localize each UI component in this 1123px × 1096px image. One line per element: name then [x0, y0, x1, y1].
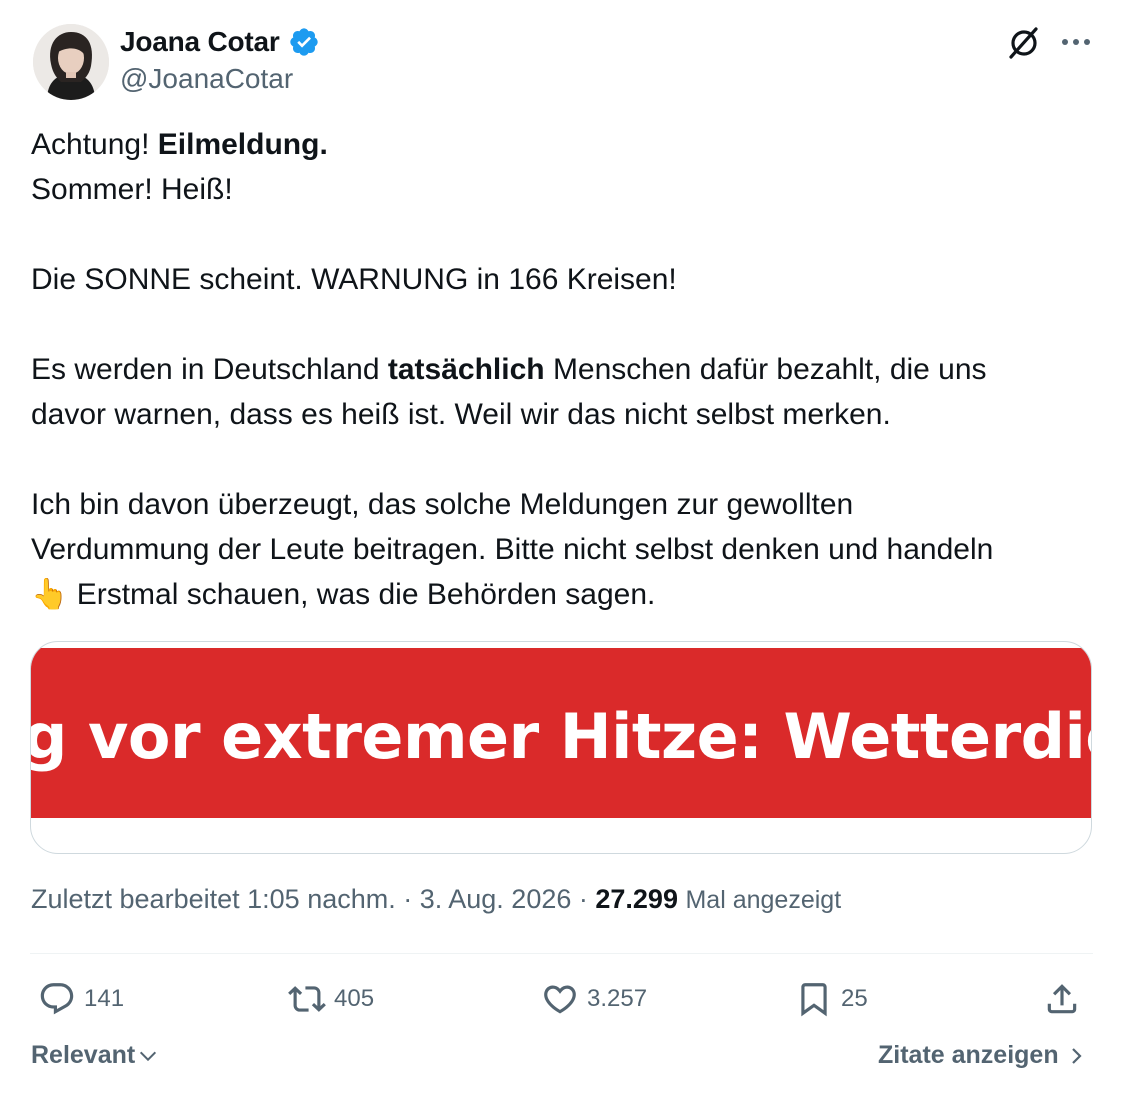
tweet-meta: Zuletzt bearbeitet 1:05 nachm. · 3. Aug.…: [31, 884, 841, 915]
tweet-date[interactable]: 3. Aug. 2026: [420, 884, 572, 914]
verified-badge-icon: [289, 28, 318, 56]
like-button[interactable]: 3.257: [541, 978, 647, 1020]
media-red-banner: g vor extremer Hitze: Wetterdienst: [31, 648, 1091, 818]
avatar-image: [33, 24, 109, 100]
tweet-line: Achtung! Eilmeldung.: [31, 122, 1101, 167]
quotes-label: Zitate anzeigen: [878, 1041, 1059, 1069]
tweet-line: Sommer! Heiß!: [31, 173, 233, 206]
tweet-text-segment: Es werden in Deutschland: [31, 353, 388, 386]
retweet-button[interactable]: 405: [288, 978, 374, 1020]
bookmark-icon: [801, 983, 827, 1017]
views-count: 27.299: [595, 884, 678, 914]
author-handle[interactable]: @JoanaCotar: [120, 63, 293, 95]
avatar[interactable]: [33, 24, 109, 100]
sort-replies-dropdown[interactable]: Relevant: [31, 1041, 159, 1070]
tweet-time[interactable]: 1:05 nachm.: [247, 884, 396, 914]
tweet-text: Achtung! Eilmeldung. Sommer! Heiß! Die S…: [31, 122, 1101, 617]
author-name-row[interactable]: Joana Cotar: [120, 26, 320, 58]
tweet-line: 👆 Erstmal schauen, was die Behörden sage…: [31, 572, 1101, 617]
media-headline: g vor extremer Hitze: Wetterdienst: [31, 700, 1091, 773]
tweet-bold-text: Eilmeldung.: [157, 128, 328, 161]
grok-slash-circle-icon[interactable]: [1005, 24, 1043, 62]
tweet-text-segment: Erstmal schauen, was die Behörden sagen.: [68, 578, 656, 611]
pointing-up-emoji-icon: 👆: [31, 577, 69, 612]
tweet-line: Ich bin davon überzeugt, das solche Meld…: [31, 488, 854, 521]
tweet-text-segment: Achtung!: [31, 128, 158, 161]
meta-separator: ·: [395, 884, 420, 914]
like-count: 3.257: [587, 985, 648, 1012]
bookmark-count: 25: [841, 985, 868, 1012]
tweet-line: Verdummung der Leute beitragen. Bitte ni…: [31, 533, 994, 566]
tweet-line: davor warnen, dass es heiß ist. Weil wir…: [31, 398, 891, 431]
reply-count: 141: [84, 985, 125, 1012]
author-display-name[interactable]: Joana Cotar: [120, 26, 280, 58]
divider: [30, 953, 1093, 954]
tweet-text-segment: Menschen dafür bezahlt, die uns: [544, 353, 987, 386]
sort-label: Relevant: [31, 1041, 136, 1069]
views-label: Mal angezeigt: [685, 886, 842, 914]
heart-icon: [544, 985, 576, 1014]
retweet-icon: [288, 986, 326, 1012]
view-quotes-link[interactable]: Zitate anzeigen: [878, 1041, 1087, 1070]
share-button[interactable]: [1043, 978, 1081, 1020]
tweet-bold-text: tatsächlich: [387, 353, 545, 386]
tweet-line: Es werden in Deutschland tatsächlich Men…: [31, 347, 1101, 392]
more-horizontal-icon[interactable]: [1058, 26, 1094, 58]
reply-button[interactable]: 141: [38, 978, 124, 1020]
chevron-right-icon: [1071, 1047, 1082, 1064]
share-icon: [1047, 984, 1077, 1014]
retweet-count: 405: [334, 985, 375, 1012]
bookmark-button[interactable]: 25: [795, 978, 868, 1020]
tweet-line: Die SONNE scheint. WARNUNG in 166 Kreise…: [31, 263, 677, 296]
meta-separator: ·: [571, 884, 596, 914]
media-image-card[interactable]: g vor extremer Hitze: Wetterdienst: [30, 641, 1092, 854]
edited-label[interactable]: Zuletzt bearbeitet: [31, 884, 240, 914]
reply-icon: [40, 983, 74, 1015]
chevron-down-icon: [140, 1051, 157, 1061]
